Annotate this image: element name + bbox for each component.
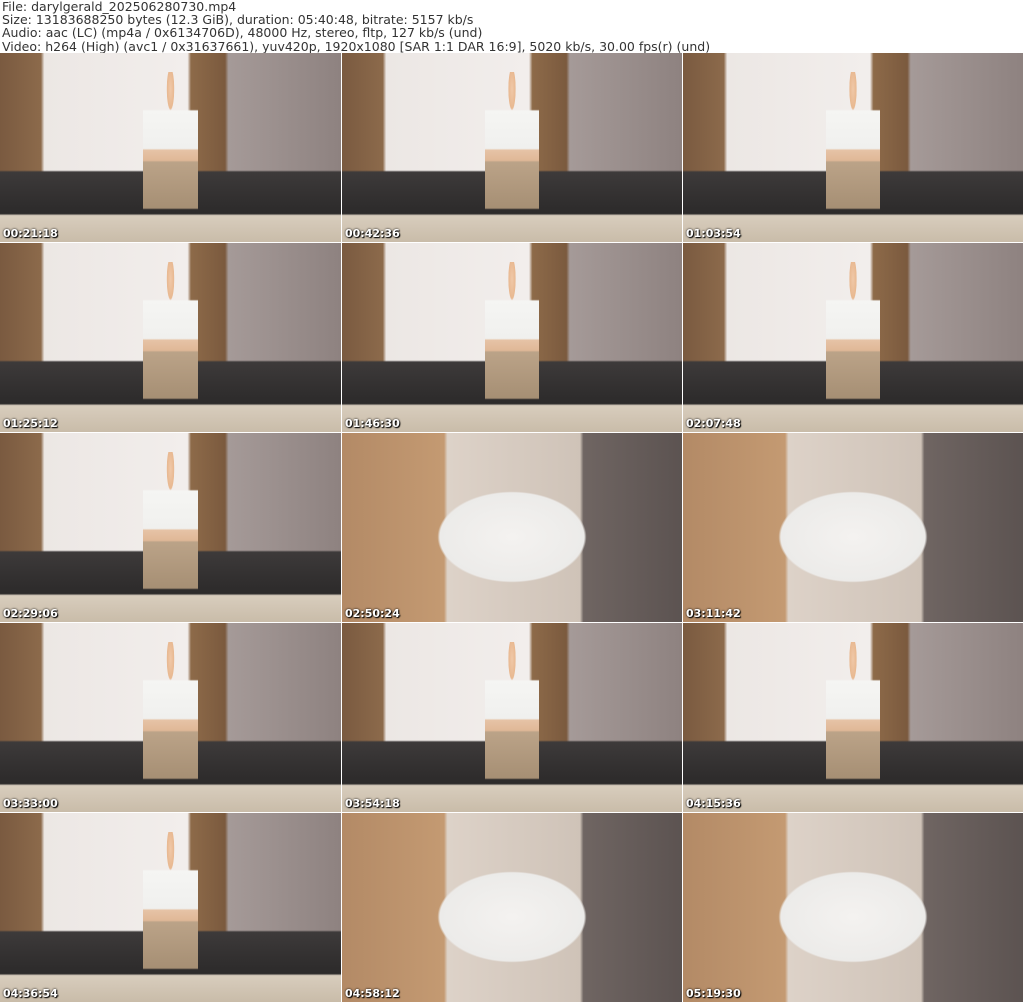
- audio-info: Audio: aac (LC) (mp4a / 0x6134706D), 480…: [2, 25, 483, 41]
- thumbnail-timestamp: 04:36:54: [3, 987, 58, 1000]
- person-figure: [143, 641, 198, 812]
- person-figure: [143, 261, 198, 432]
- thumbnail-timestamp: 05:19:30: [686, 987, 741, 1000]
- person-figure: [825, 641, 881, 812]
- thumbnail-timestamp: 01:03:54: [686, 227, 741, 240]
- person-figure: [143, 71, 198, 242]
- video-thumbnail: 02:50:24: [342, 433, 682, 622]
- video-thumbnail: 01:03:54: [683, 53, 1023, 242]
- person-figure: [484, 641, 540, 812]
- thumbnail-timestamp: 02:29:06: [3, 607, 58, 620]
- thumbnail-grid: 00:21:18 00:42:36 01:03:54 01:25:12 01:46:30…: [0, 53, 1023, 1002]
- person-figure: [825, 71, 881, 242]
- thumbnail-timestamp: 02:50:24: [345, 607, 400, 620]
- video-thumbnail: 00:42:36: [342, 53, 682, 242]
- person-figure: [143, 831, 198, 1002]
- person-figure: [143, 451, 198, 622]
- thumbnail-timestamp: 04:15:36: [686, 797, 741, 810]
- thumbnail-timestamp: 04:58:12: [345, 987, 400, 1000]
- thumbnail-timestamp: 03:11:42: [686, 607, 741, 620]
- thumbnail-timestamp: 01:25:12: [3, 417, 58, 430]
- thumbnail-timestamp: 00:21:18: [3, 227, 58, 240]
- video-thumbnail: 03:33:00: [0, 623, 341, 812]
- video-thumbnail: 02:07:48: [683, 243, 1023, 432]
- video-thumbnail: 03:11:42: [683, 433, 1023, 622]
- video-thumbnail: 02:29:06: [0, 433, 341, 622]
- video-thumbnail: 01:46:30: [342, 243, 682, 432]
- video-thumbnail: 05:19:30: [683, 813, 1023, 1002]
- person-figure: [484, 71, 540, 242]
- video-thumbnail: 04:36:54: [0, 813, 341, 1002]
- video-thumbnail: 00:21:18: [0, 53, 341, 242]
- thumbnail-timestamp: 03:54:18: [345, 797, 400, 810]
- thumbnail-timestamp: 00:42:36: [345, 227, 400, 240]
- person-figure: [484, 261, 540, 432]
- thumbnail-timestamp: 01:46:30: [345, 417, 400, 430]
- thumbnail-timestamp: 03:33:00: [3, 797, 58, 810]
- person-figure: [825, 261, 881, 432]
- video-thumbnail: 04:58:12: [342, 813, 682, 1002]
- video-thumbnail: 01:25:12: [0, 243, 341, 432]
- file-info-header: File: darylgerald_202506280730.mp4 Size:…: [2, 0, 710, 53]
- thumbnail-timestamp: 02:07:48: [686, 417, 741, 430]
- video-thumbnail: 03:54:18: [342, 623, 682, 812]
- video-info: Video: h264 (High) (avc1 / 0x31637661), …: [2, 38, 711, 54]
- video-thumbnail: 04:15:36: [683, 623, 1023, 812]
